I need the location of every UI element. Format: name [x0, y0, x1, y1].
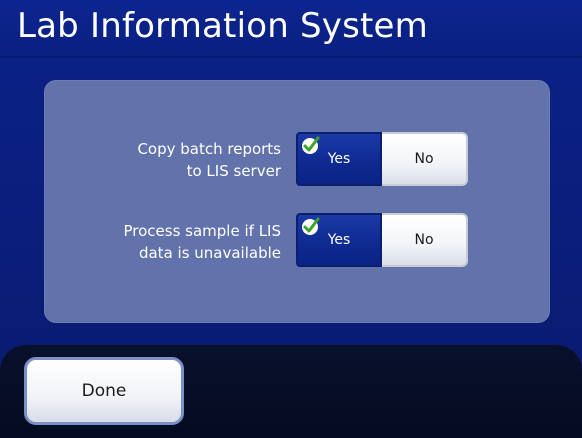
copy-batch-reports-no-label: No [414, 151, 434, 167]
copy-batch-reports-yes-button[interactable]: Yes [296, 132, 382, 186]
process-sample-label-line2: data is unavailable [138, 244, 281, 262]
done-button[interactable]: Done [24, 357, 184, 425]
process-sample-yes-label: Yes [327, 232, 351, 248]
copy-batch-reports-no-button[interactable]: No [382, 132, 468, 186]
process-sample-yes-button[interactable]: Yes [296, 213, 382, 267]
copy-batch-reports-label: Copy batch reports to LIS server [81, 138, 281, 182]
lis-settings-screen: Lab Information System Copy batch report… [0, 0, 582, 438]
copy-batch-reports-label-line2: to LIS server [186, 162, 281, 180]
process-sample-label-line1: Process sample if LIS [123, 222, 282, 240]
process-sample-no-button[interactable]: No [382, 213, 468, 267]
checkmark-icon [302, 136, 320, 154]
copy-batch-reports-label-line1: Copy batch reports [137, 140, 281, 158]
copy-batch-reports-yes-label: Yes [327, 151, 351, 167]
title-bar: Lab Information System [0, 0, 582, 58]
copy-batch-reports-toggle[interactable]: Yes No [296, 132, 468, 186]
settings-panel [44, 80, 550, 323]
process-sample-label: Process sample if LIS data is unavailabl… [81, 220, 282, 264]
process-sample-toggle[interactable]: Yes No [296, 213, 468, 267]
checkmark-icon [302, 217, 320, 235]
page-title: Lab Information System [17, 6, 428, 46]
process-sample-no-label: No [414, 232, 434, 248]
